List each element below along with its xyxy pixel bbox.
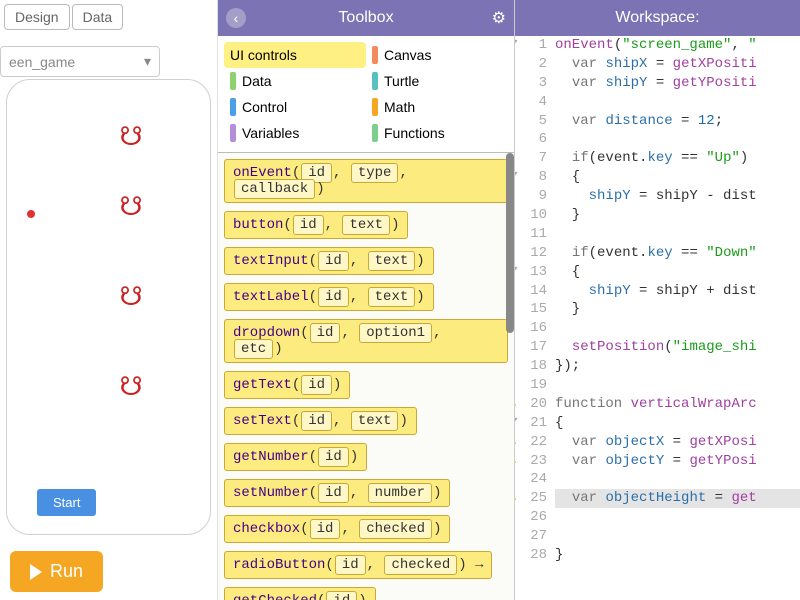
category-label: UI controls bbox=[230, 47, 297, 63]
category-label: Turtle bbox=[384, 73, 419, 89]
swatch-icon bbox=[372, 98, 378, 116]
block-getNumber[interactable]: getNumber(id) bbox=[224, 443, 367, 471]
tab-design[interactable]: Design bbox=[4, 4, 70, 30]
block-getText[interactable]: getText(id) bbox=[224, 371, 350, 399]
category-label: Control bbox=[242, 99, 287, 115]
design-data-tabs: Design Data bbox=[0, 0, 217, 34]
category-canvas[interactable]: Canvas bbox=[366, 42, 508, 68]
code-content[interactable]: onEvent("screen_game", " var shipX = get… bbox=[555, 36, 800, 600]
block-setText[interactable]: setText(id, text) bbox=[224, 407, 417, 435]
run-bar: Run bbox=[0, 543, 217, 600]
enemy-sprite: ☋ bbox=[115, 190, 147, 222]
block-radioButton[interactable]: radioButton(id, checked) → bbox=[224, 551, 492, 579]
category-turtle[interactable]: Turtle bbox=[366, 68, 508, 94]
swatch-icon bbox=[230, 98, 236, 116]
workspace-title: Workspace: bbox=[615, 9, 699, 27]
screen-selector[interactable]: een_game ▾ bbox=[0, 46, 160, 77]
swatch-icon bbox=[230, 124, 236, 142]
block-getChecked[interactable]: getChecked(id) bbox=[224, 587, 376, 600]
code-editor[interactable]: ▾1234567▾89101112▾13141516171819▲20▾21▲2… bbox=[515, 36, 800, 600]
block-button[interactable]: button(id, text) bbox=[224, 211, 408, 239]
bullet-sprite bbox=[27, 210, 35, 218]
chevron-down-icon: ▾ bbox=[144, 53, 151, 70]
toolbox-title: Toolbox bbox=[338, 9, 393, 27]
category-control[interactable]: Control bbox=[224, 94, 366, 120]
toolbox-header: ‹ Toolbox ⚙ bbox=[218, 0, 514, 36]
line-gutter: ▾1234567▾89101112▾13141516171819▲20▾21▲2… bbox=[515, 36, 555, 600]
phone-frame: ☋ ☋ ☋ ☋ Start bbox=[6, 79, 211, 535]
category-math[interactable]: Math bbox=[366, 94, 508, 120]
category-label: Variables bbox=[242, 125, 299, 141]
enemy-sprite: ☋ bbox=[115, 120, 147, 152]
enemy-sprite: ☋ bbox=[115, 370, 147, 402]
swatch-icon bbox=[372, 46, 378, 64]
category-label: Canvas bbox=[384, 47, 431, 63]
run-button[interactable]: Run bbox=[10, 551, 103, 592]
category-label: Data bbox=[242, 73, 272, 89]
category-list: UI controls Canvas Data Turtle Control Math Va… bbox=[218, 36, 514, 153]
preview-pane: Design Data een_game ▾ ☋ ☋ ☋ ☋ Start Run bbox=[0, 0, 218, 600]
workspace-header: Workspace: bbox=[515, 0, 800, 36]
tab-data[interactable]: Data bbox=[72, 4, 124, 30]
block-setNumber[interactable]: setNumber(id, number) bbox=[224, 479, 450, 507]
block-list: onEvent(id, type, callback) button(id, te… bbox=[218, 153, 514, 600]
swatch-icon bbox=[372, 124, 378, 142]
block-checkbox[interactable]: checkbox(id, checked) bbox=[224, 515, 450, 543]
back-icon[interactable]: ‹ bbox=[226, 8, 246, 28]
swatch-icon bbox=[372, 72, 378, 90]
category-data[interactable]: Data bbox=[224, 68, 366, 94]
category-functions[interactable]: Functions bbox=[366, 120, 508, 146]
screen-selector-value: een_game bbox=[9, 54, 75, 70]
category-variables[interactable]: Variables bbox=[224, 120, 366, 146]
category-label: Functions bbox=[384, 125, 445, 141]
swatch-icon bbox=[230, 72, 236, 90]
workspace-pane: Workspace: ▾1234567▾89101112▾13141516171… bbox=[515, 0, 800, 600]
block-dropdown[interactable]: dropdown(id, option1, etc) bbox=[224, 319, 508, 363]
enemy-sprite: ☋ bbox=[115, 280, 147, 312]
start-button[interactable]: Start bbox=[37, 489, 96, 516]
block-textInput[interactable]: textInput(id, text) bbox=[224, 247, 434, 275]
block-textLabel[interactable]: textLabel(id, text) bbox=[224, 283, 434, 311]
play-icon bbox=[30, 564, 42, 580]
gear-icon[interactable]: ⚙ bbox=[492, 8, 506, 28]
game-canvas: ☋ ☋ ☋ ☋ Start bbox=[7, 80, 210, 534]
category-ui-controls[interactable]: UI controls bbox=[224, 42, 366, 68]
run-label: Run bbox=[50, 561, 83, 582]
block-onEvent[interactable]: onEvent(id, type, callback) bbox=[224, 159, 508, 203]
toolbox-pane: ‹ Toolbox ⚙ UI controls Canvas Data Turtle C… bbox=[218, 0, 515, 600]
category-label: Math bbox=[384, 99, 415, 115]
